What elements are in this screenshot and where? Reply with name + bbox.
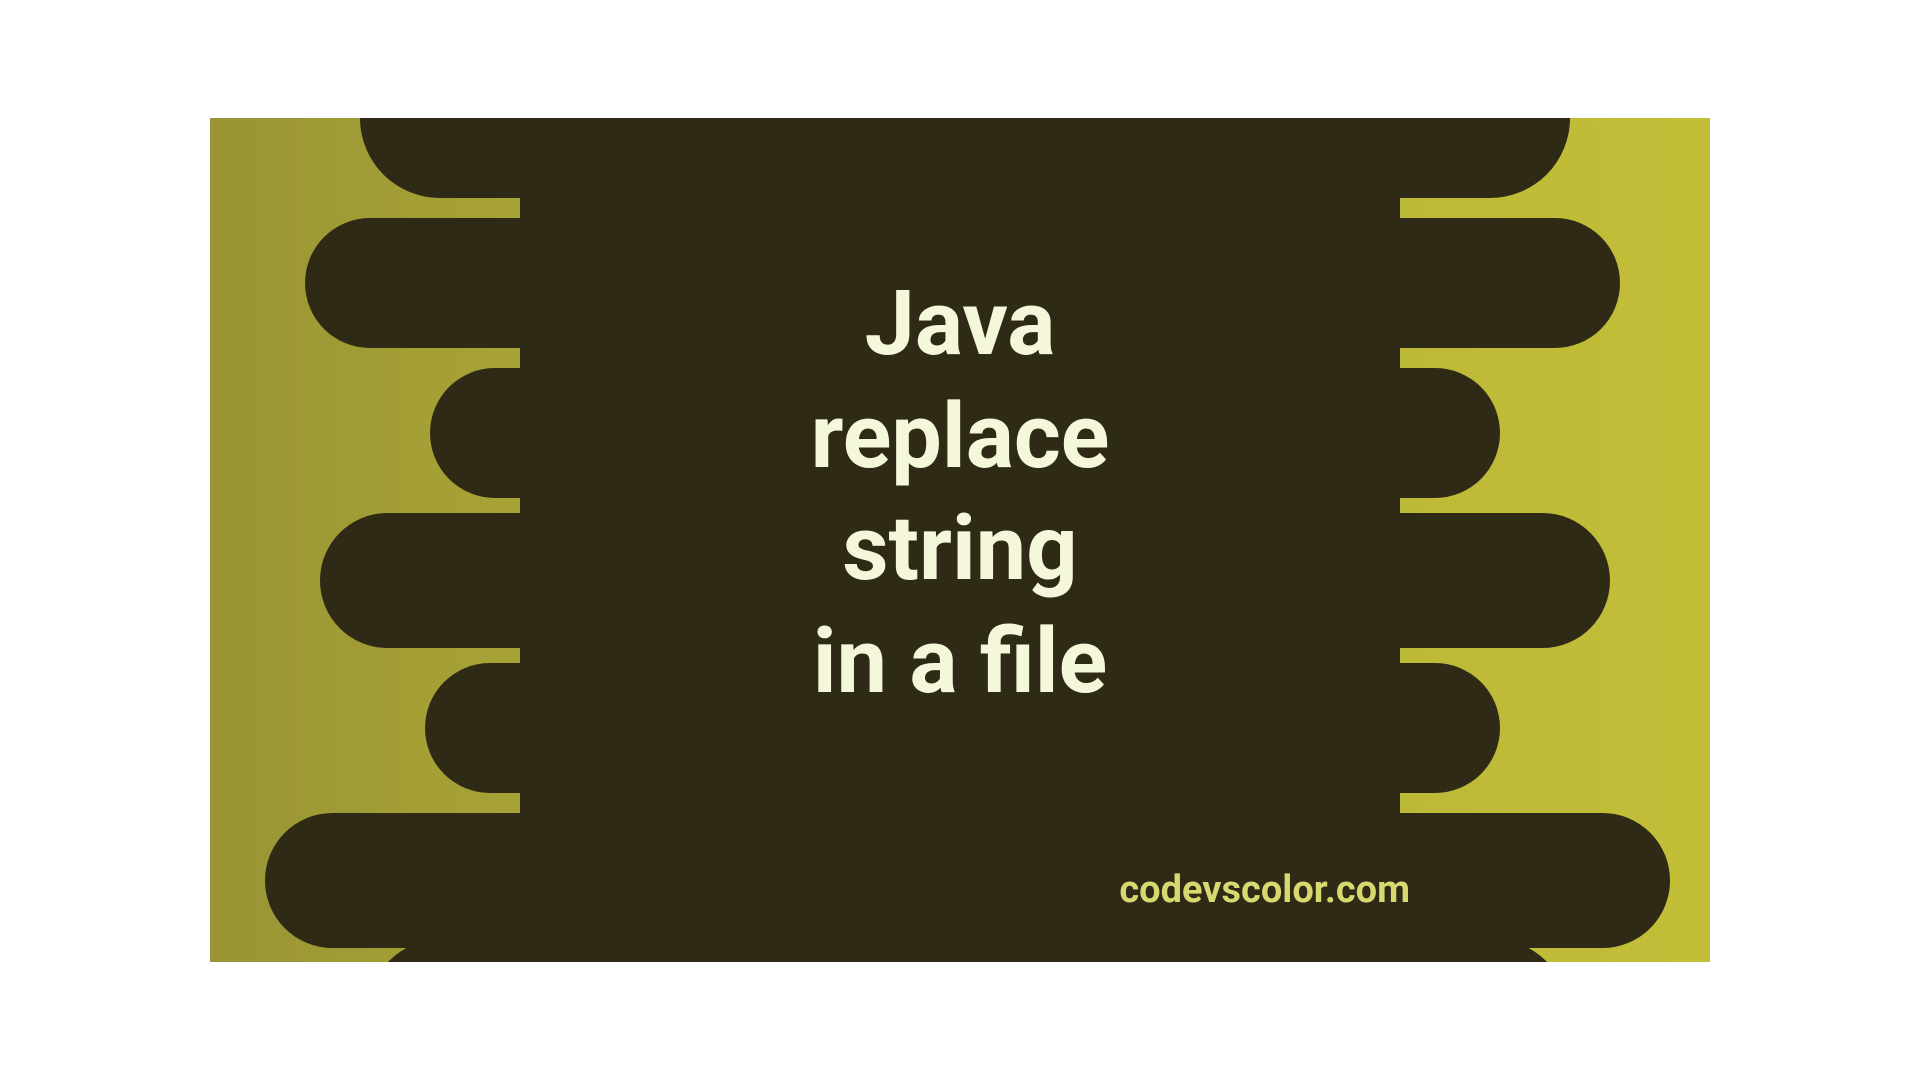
title-line: in a file bbox=[210, 606, 1710, 719]
blob-left-bump bbox=[265, 813, 665, 948]
blob-right-bump bbox=[1270, 118, 1570, 198]
title-line: Java bbox=[210, 268, 1710, 381]
site-name: codevscolor.com bbox=[1119, 868, 1410, 912]
title-line: replace bbox=[210, 381, 1710, 494]
blob-left-bump bbox=[360, 118, 660, 198]
title-line: string bbox=[210, 493, 1710, 606]
banner-title: Java replace string in a file bbox=[210, 268, 1710, 718]
banner-graphic: Java replace string in a file codevscolo… bbox=[210, 118, 1710, 962]
